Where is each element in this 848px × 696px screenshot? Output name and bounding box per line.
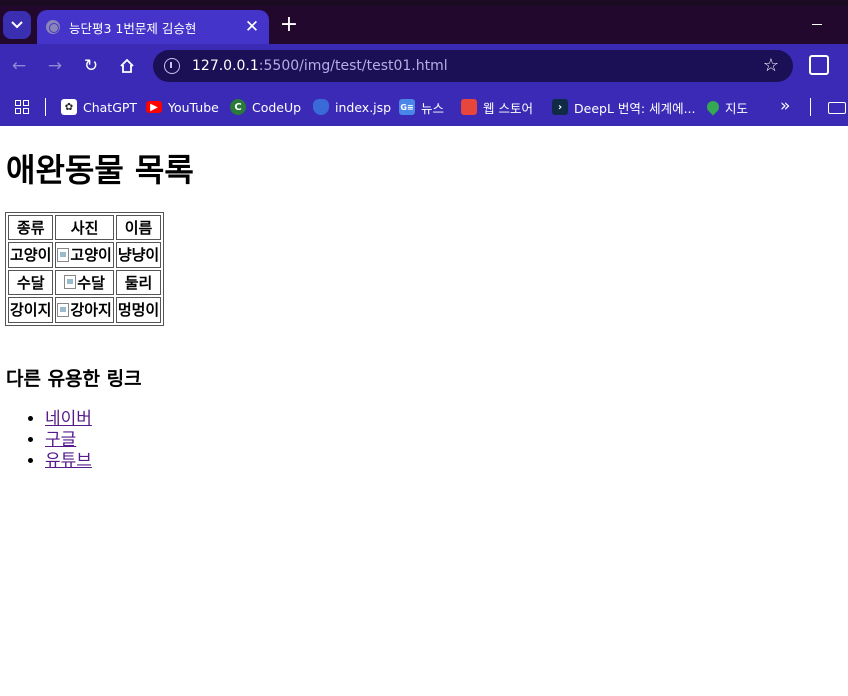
active-tab[interactable]: 능단평3 1번문제 김승현 ✕ [37,10,269,44]
bookmark-label: 웹 스토어 [483,100,533,116]
bookmark-index-jsp[interactable]: index.jsp [313,88,391,126]
minimize-button[interactable] [812,24,822,25]
photo-cell: 고양이 [55,242,114,268]
bookmark-web-store[interactable]: 웹 스토어 [461,88,533,126]
globe-icon [46,20,60,34]
bookmark-deepl[interactable]: › DeepL 번역: 세계에... [552,88,695,126]
list-item: 구글 [45,430,842,451]
link-youtube[interactable]: 유튜브 [45,451,92,471]
name-cell: 둘리 [115,269,162,295]
maps-icon [704,98,722,116]
more-bookmarks-icon[interactable]: » [780,96,790,116]
extensions-icon[interactable] [809,55,829,75]
bookmark-label: 지도 [725,100,749,116]
list-item: 네이버 [45,409,842,430]
bookmark-chatgpt[interactable]: ✿ ChatGPT [61,88,137,126]
browser-toolbar: ← → ↻ 127.0.0.1:5500/img/test/test01.htm… [0,44,848,88]
image-alt-text: 수달 [77,273,105,292]
close-icon[interactable]: ✕ [241,17,263,37]
codeup-icon: C [230,99,246,115]
bookmark-label: CodeUp [252,99,302,115]
pet-table: 종류 사진 이름 고양이 고양이 냥냥이 수달 수달 둘리 강이지 강아지 멍멍… [5,212,165,326]
broken-image: 고양이 [57,244,112,265]
forward-icon[interactable]: → [44,55,66,77]
list-item: 유튜브 [45,451,842,472]
image-alt-text: 강아지 [70,301,112,319]
name-cell: 냥냥이 [115,242,162,268]
new-tab-button[interactable]: + [279,14,299,36]
links-heading: 다른 유용한 링크 [6,367,142,390]
page-title: 애완동물 목록 [6,151,194,189]
folder-icon[interactable] [828,102,846,114]
links-list: 네이버 구글 유튜브 [6,409,842,472]
column-header: 종류 [8,215,54,240]
chevron-down-icon [11,21,23,29]
chatgpt-icon: ✿ [61,99,77,115]
column-header: 사진 [55,215,114,240]
table-row: 강이지 강아지 멍멍이 [8,297,162,323]
store-icon [461,99,477,115]
broken-image: 강아지 [57,299,112,320]
bookmark-label: index.jsp [335,99,392,115]
broken-image-icon [64,275,77,289]
bookmark-codeup[interactable]: C CodeUp [230,88,301,126]
kind-cell: 강이지 [8,297,54,323]
news-icon: G≡ [399,99,415,115]
table-row: 고양이 고양이 냥냥이 [8,242,162,268]
bookmark-label: ChatGPT [83,99,138,115]
link-google[interactable]: 구글 [45,430,76,450]
tab-bar: 능단평3 1번문제 김승현 ✕ + [0,6,848,44]
address-bar[interactable]: 127.0.0.1:5500/img/test/test01.html ☆ [153,50,793,82]
name-cell: 멍멍이 [115,297,162,323]
column-header: 이름 [115,215,162,240]
youtube-icon: ▶ [146,101,162,113]
shield-icon [313,99,329,115]
back-icon[interactable]: ← [8,55,30,77]
link-naver[interactable]: 네이버 [45,409,92,429]
site-info-icon[interactable] [164,58,180,74]
broken-image: 수달 [64,272,105,293]
bookmark-maps[interactable]: 지도 [704,88,749,126]
image-alt-text: 고양이 [70,246,112,264]
bookmark-label: YouTube [168,99,219,115]
bookmark-label: 뉴스 [421,100,445,116]
apps-grid-icon[interactable] [15,100,29,114]
bookmarks-divider [810,98,811,116]
bookmark-youtube[interactable]: ▶ YouTube [146,88,219,126]
url-host: 127.0.0.1 [192,58,259,74]
url-path: :5500/img/test/test01.html [258,58,448,74]
photo-cell: 수달 [55,269,114,295]
kind-cell: 수달 [8,269,54,295]
table-row: 수달 수달 둘리 [8,269,162,295]
reload-icon[interactable]: ↻ [80,55,102,77]
bookmark-star-icon[interactable]: ☆ [763,55,779,76]
kind-cell: 고양이 [8,242,54,268]
bookmark-news[interactable]: G≡ 뉴스 [399,88,444,126]
tab-title: 능단평3 1번문제 김승현 [69,20,197,36]
table-header-row: 종류 사진 이름 [8,215,162,240]
home-icon[interactable] [116,55,138,77]
bookmarks-bar: ✿ ChatGPT ▶ YouTube C CodeUp index.jsp G… [0,88,848,126]
deepl-icon: › [552,99,568,115]
bookmarks-divider [45,98,46,116]
broken-image-icon [57,247,70,262]
broken-image-icon [57,302,70,317]
bookmark-label: DeepL 번역: 세계에... [574,100,696,116]
photo-cell: 강아지 [55,297,114,323]
page-content: 애완동물 목록 종류 사진 이름 고양이 고양이 냥냥이 수달 수달 둘리 강이… [0,148,848,472]
tab-search-button[interactable] [3,11,31,39]
